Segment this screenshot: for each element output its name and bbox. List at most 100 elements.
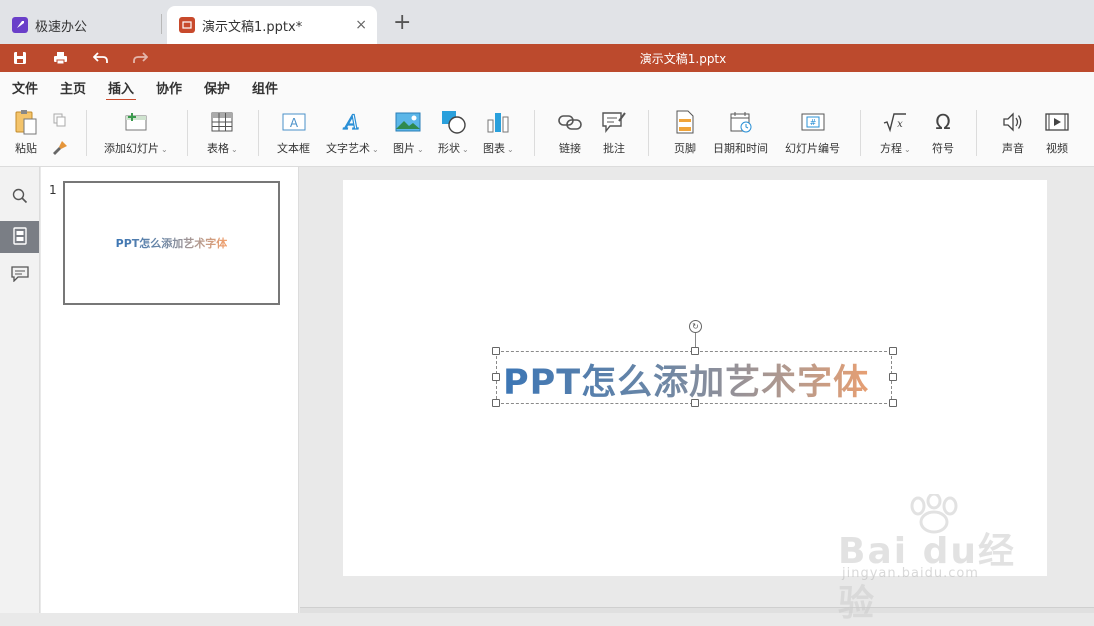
text-art-label: 文字艺术 <box>326 142 370 155</box>
menu-file[interactable]: 文件 <box>12 78 38 97</box>
ribbon-divider <box>86 110 87 156</box>
dropdown-arrow-icon: ⌄ <box>161 145 168 154</box>
tab-home-label: 极速办公 <box>35 19 88 35</box>
document-title: 演示文稿1.pptx <box>639 52 727 66</box>
ribbon-divider <box>976 110 977 156</box>
resize-handle[interactable] <box>492 399 500 407</box>
omega-icon: Ω <box>929 108 957 136</box>
comment-icon <box>600 108 628 136</box>
equation-label: 方程 <box>880 142 902 155</box>
tab-home[interactable]: 极速办公 <box>0 6 160 44</box>
resize-handle[interactable] <box>889 347 897 355</box>
menu-components[interactable]: 组件 <box>252 78 278 97</box>
menu-bar: 文件 主页 插入 协作 保护 组件 <box>0 72 1094 101</box>
dropdown-arrow-icon: ⌄ <box>462 145 469 154</box>
video-icon <box>1043 108 1071 136</box>
chart-icon <box>484 108 512 136</box>
thumbnail-text: PPT怎么添加艺术字体 <box>115 237 228 250</box>
shape-button[interactable]: 形状 ⌄ <box>438 108 469 162</box>
dropdown-arrow-icon: ⌄ <box>904 145 911 154</box>
resize-handle[interactable] <box>889 373 897 381</box>
slides-panel-button[interactable] <box>0 221 39 253</box>
new-tab-button[interactable]: + <box>393 10 411 36</box>
video-button[interactable]: 视频 <box>1043 108 1071 162</box>
footer-icon <box>671 108 699 136</box>
menu-insert[interactable]: 插入 <box>105 78 137 101</box>
image-icon <box>394 108 422 136</box>
date-time-label: 日期和时间 <box>713 142 768 155</box>
svg-text:A: A <box>343 111 359 133</box>
video-label: 视频 <box>1046 142 1068 155</box>
svg-text:#: # <box>809 118 816 127</box>
dropdown-arrow-icon: ⌄ <box>507 145 514 154</box>
symbol-button[interactable]: Ω 符号 <box>929 108 957 162</box>
presentation-icon <box>179 17 195 33</box>
brush-icon <box>50 138 70 158</box>
slides-icon <box>12 226 27 248</box>
menu-protect[interactable]: 保护 <box>204 78 230 97</box>
link-label: 链接 <box>559 142 581 155</box>
resize-handle[interactable] <box>889 399 897 407</box>
menu-home[interactable]: 主页 <box>60 78 86 97</box>
tab-divider <box>161 14 162 34</box>
image-label: 图片 <box>393 142 415 155</box>
ribbon-divider <box>258 110 259 156</box>
ribbon-divider <box>648 110 649 156</box>
tab-document-label: 演示文稿1.pptx* <box>202 19 303 35</box>
square-root-icon: x <box>881 108 909 136</box>
paste-label: 粘贴 <box>15 142 37 155</box>
slide-number-button[interactable]: # 幻灯片编号 <box>785 108 840 162</box>
chart-button[interactable]: 图表 ⌄ <box>483 108 514 162</box>
rocket-icon <box>12 17 28 33</box>
comments-panel-button[interactable] <box>0 259 39 291</box>
dropdown-arrow-icon: ⌄ <box>231 145 238 154</box>
speaker-icon <box>999 108 1027 136</box>
slide-thumbnail[interactable]: PPT怎么添加艺术字体 <box>63 181 280 305</box>
image-button[interactable]: 图片 ⌄ <box>393 108 424 162</box>
text-art-icon: A <box>338 108 366 136</box>
resize-handle[interactable] <box>492 347 500 355</box>
table-label: 表格 <box>207 142 229 155</box>
ribbon-divider <box>534 110 535 156</box>
insert-ribbon: 粘贴 添加幻灯片 ⌄ 表格 ⌄ A 文本框 A 文字艺术 ⌄ 图片 ⌄ 形状 ⌄… <box>0 100 1094 167</box>
text-art-button[interactable]: A 文字艺术 ⌄ <box>326 108 379 162</box>
shape-label: 形状 <box>438 142 460 155</box>
textbox-label: 文本框 <box>277 142 310 155</box>
link-icon <box>556 108 584 136</box>
comment-icon <box>10 265 29 285</box>
copy-icon <box>50 110 70 130</box>
audio-button[interactable]: 声音 <box>999 108 1027 162</box>
watermark-url: jingyan.baidu.com <box>842 566 979 581</box>
tab-bar: 极速办公 演示文稿1.pptx* × + <box>0 0 1094 44</box>
slide-number-icon: # <box>799 108 827 136</box>
clipboard-icon <box>12 108 40 136</box>
tab-document[interactable]: 演示文稿1.pptx* × <box>167 6 377 44</box>
textbox-icon: A <box>280 108 308 136</box>
search-button[interactable] <box>0 181 39 213</box>
calendar-icon <box>727 108 755 136</box>
footer-button[interactable]: 页脚 <box>671 108 699 162</box>
comment-button[interactable]: 批注 <box>600 108 628 162</box>
art-text[interactable]: PPT怎么添加艺术字体 <box>503 354 887 405</box>
date-time-button[interactable]: 日期和时间 <box>713 108 768 162</box>
equation-button[interactable]: x 方程 ⌄ <box>880 108 911 162</box>
menu-collaborate[interactable]: 协作 <box>156 78 182 97</box>
resize-handle[interactable] <box>492 373 500 381</box>
left-toolbar <box>0 167 40 613</box>
dropdown-arrow-icon: ⌄ <box>417 145 424 154</box>
text-art-box[interactable]: ↻ PPT怎么添加艺术字体 <box>492 320 897 407</box>
add-slide-icon <box>122 108 150 136</box>
slide-number: 1 <box>49 183 57 197</box>
add-slide-button[interactable]: 添加幻灯片 ⌄ <box>104 108 168 162</box>
ribbon-divider <box>187 110 188 156</box>
table-icon <box>208 108 236 136</box>
close-tab-icon[interactable]: × <box>355 17 367 33</box>
comment-label: 批注 <box>603 142 625 155</box>
svg-text:A: A <box>289 116 298 130</box>
paste-button[interactable]: 粘贴 <box>12 108 40 162</box>
link-button[interactable]: 链接 <box>556 108 584 162</box>
textbox-button[interactable]: A 文本框 <box>277 108 310 162</box>
svg-text:Ω: Ω <box>935 111 950 133</box>
rotate-handle-icon[interactable]: ↻ <box>689 320 702 333</box>
table-button[interactable]: 表格 ⌄ <box>207 108 238 162</box>
